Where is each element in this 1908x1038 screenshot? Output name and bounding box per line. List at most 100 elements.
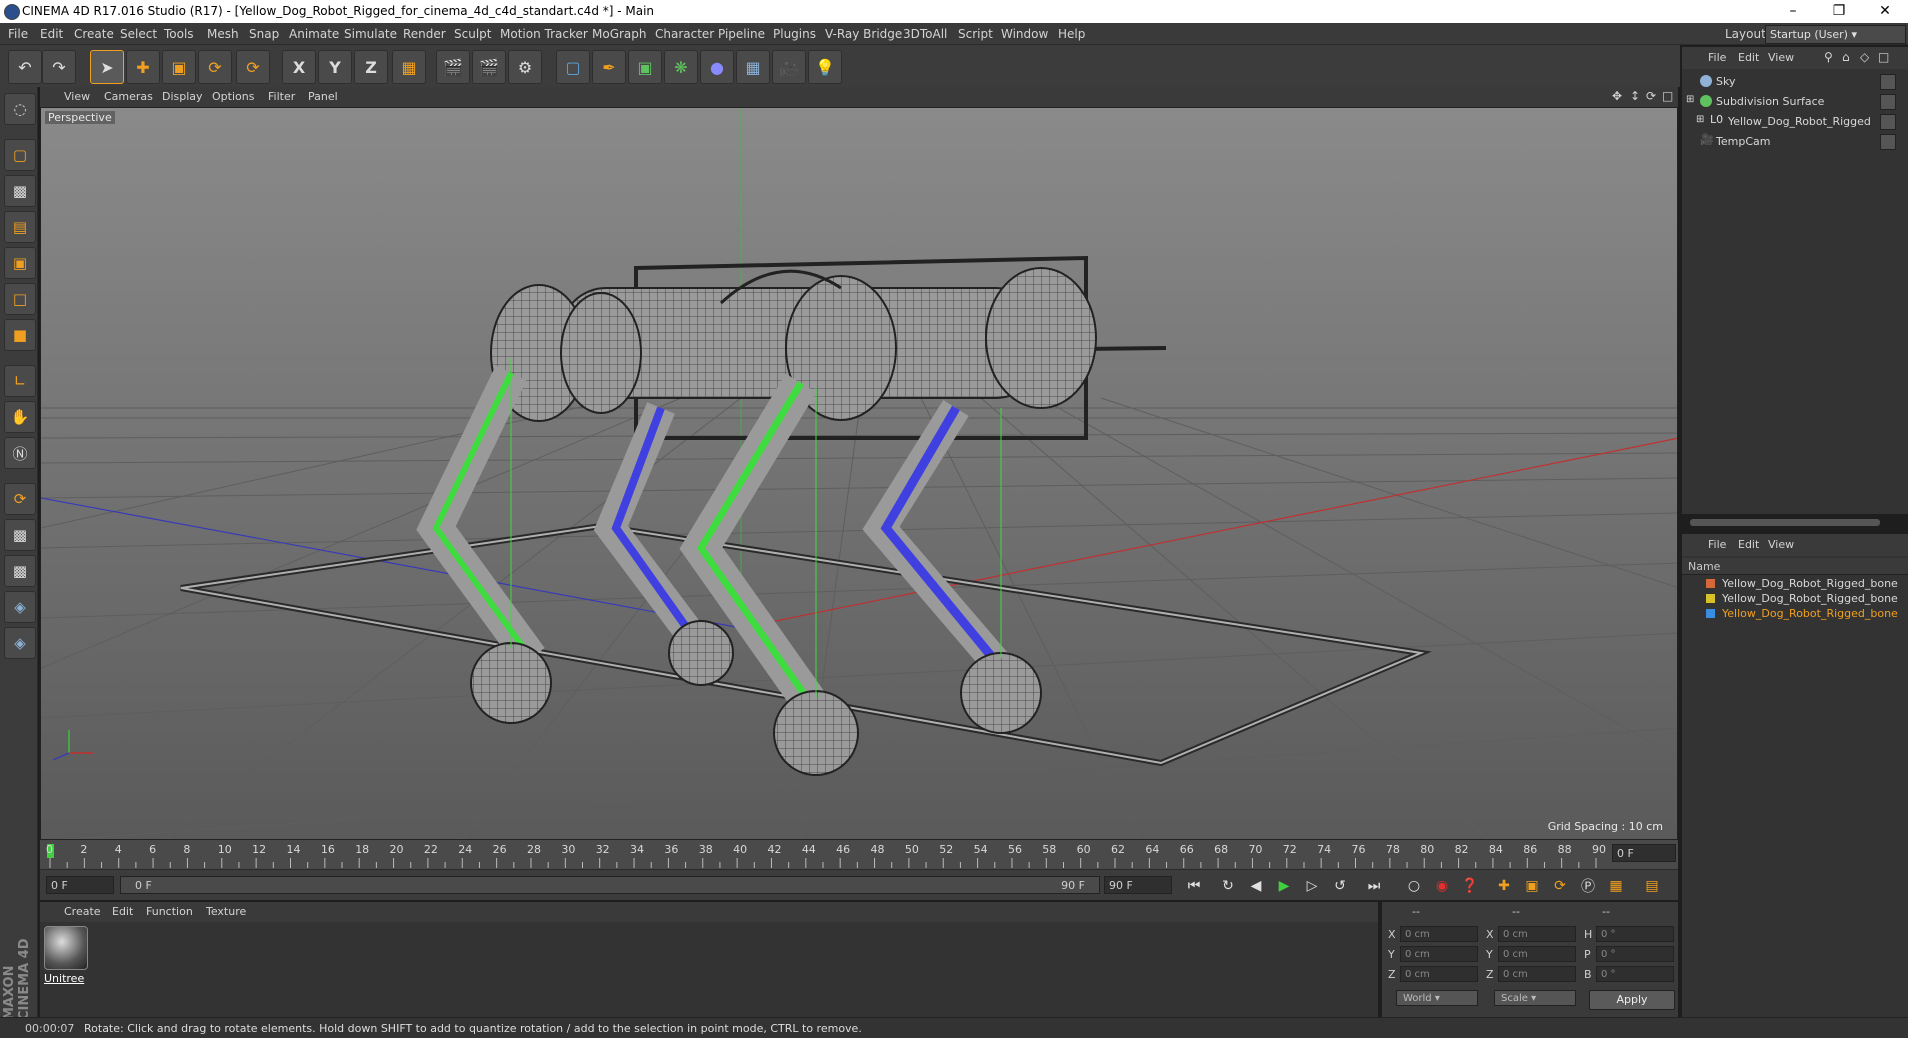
object-home-icon[interactable]: ⌂	[1842, 50, 1850, 64]
enable-axis-icon[interactable]: ⟳	[4, 483, 36, 515]
object-visibility-toggle[interactable]	[1880, 134, 1896, 150]
menu-character[interactable]: Character	[655, 27, 714, 41]
pos-z-field[interactable]: 0 cm	[1400, 966, 1478, 982]
points-mode-icon[interactable]: ▣	[4, 247, 36, 279]
layer-row[interactable]: Yellow_Dog_Robot_Rigged_bone	[1682, 576, 1908, 591]
menu-pipeline[interactable]: Pipeline	[718, 27, 765, 41]
subdivision-icon[interactable]: ▣	[628, 50, 662, 84]
object-visibility-toggle[interactable]	[1880, 74, 1896, 90]
viewport-perspective[interactable]: Perspective Grid Spacing : 10 cm	[40, 107, 1678, 840]
record-keys-icon[interactable]: ○	[1402, 874, 1426, 898]
previous-frame-icon[interactable]: ◀	[1244, 874, 1268, 898]
apply-button[interactable]: Apply	[1589, 990, 1675, 1010]
object-filter-icon[interactable]: ◇	[1860, 50, 1869, 64]
viewport-maximize-icon[interactable]: □	[1662, 89, 1673, 103]
menu-simulate[interactable]: Simulate	[344, 27, 397, 41]
model-mode-icon[interactable]: ▢	[4, 139, 36, 171]
layer-menu-file[interactable]: File	[1708, 538, 1726, 551]
object-row-tempcam[interactable]: 🎥 TempCam	[1682, 131, 1902, 151]
undo-icon[interactable]: ↶	[8, 50, 42, 84]
z-axis-icon[interactable]: Z	[354, 50, 388, 84]
move-icon[interactable]: ✚	[126, 50, 160, 84]
pen-icon[interactable]: ✒	[592, 50, 626, 84]
restore-icon[interactable]: ❐	[1816, 0, 1862, 23]
size-z-field[interactable]: 0 cm	[1498, 966, 1576, 982]
layout-select[interactable]: Startup (User) ▾	[1765, 25, 1906, 44]
pos-y-field[interactable]: 0 cm	[1400, 946, 1478, 962]
size-mode-dropdown[interactable]: Scale ▾	[1494, 990, 1576, 1006]
menu-create[interactable]: Create	[74, 27, 114, 41]
material-name[interactable]: Unitree	[44, 972, 84, 985]
menu-edit[interactable]: Edit	[40, 27, 63, 41]
rotate-icon[interactable]: ⟳	[198, 50, 232, 84]
object-row-robot[interactable]: ⊞ L0 Yellow_Dog_Robot_Rigged	[1682, 111, 1902, 131]
cube-icon[interactable]: ▢	[556, 50, 590, 84]
layer-row-active[interactable]: Yellow_Dog_Robot_Rigged_bone	[1682, 606, 1908, 621]
key-parameter-icon[interactable]: Ⓟ	[1576, 874, 1600, 898]
viewport-menu-panel[interactable]: Panel	[308, 90, 338, 103]
object-visibility-toggle[interactable]	[1880, 94, 1896, 110]
object-menu-file[interactable]: File	[1708, 51, 1726, 64]
rot-b-field[interactable]: 0 °	[1596, 966, 1674, 982]
viewport-nav-zoom-icon[interactable]: ↕	[1630, 89, 1640, 103]
menu-mograph[interactable]: MoGraph	[592, 27, 647, 41]
workplane-mode-icon[interactable]: ▤	[4, 211, 36, 243]
material-preview[interactable]	[44, 926, 88, 970]
render-picture-viewer-icon[interactable]: 🎬	[472, 50, 506, 84]
layer-menu-edit[interactable]: Edit	[1738, 538, 1759, 551]
timeline-ruler[interactable]: 0 2 4 6 8 10 12 14 16 18 20 22 24 26 28 30 32 34 36 38 40 42 4…	[40, 840, 1678, 870]
go-to-next-key-icon[interactable]: ↺	[1328, 874, 1352, 898]
object-search-icon[interactable]: ⚲	[1824, 50, 1833, 64]
key-scale-icon[interactable]: ▣	[1520, 874, 1544, 898]
y-axis-icon[interactable]: Y	[318, 50, 352, 84]
menu-file[interactable]: File	[8, 27, 28, 41]
texture-mode-icon[interactable]: ▩	[4, 175, 36, 207]
end-frame-field[interactable]: 90 F	[1104, 876, 1172, 894]
size-x-field[interactable]: 0 cm	[1498, 926, 1576, 942]
viewport-menu-display[interactable]: Display	[162, 90, 203, 103]
coord-system-dropdown[interactable]: World ▾	[1396, 990, 1478, 1006]
material-menu-edit[interactable]: Edit	[112, 905, 133, 918]
viewport-nav-move-icon[interactable]: ✥	[1612, 89, 1622, 103]
light-icon[interactable]: 💡	[808, 50, 842, 84]
python-icon[interactable]: ◈	[4, 591, 36, 623]
axis-mode-icon[interactable]: ∟	[4, 365, 36, 397]
autokeying-icon[interactable]: ◉	[1430, 874, 1454, 898]
snap-icon[interactable]: Ⓝ	[4, 437, 36, 469]
viewport-menu-options[interactable]: Options	[212, 90, 254, 103]
mograph-icon[interactable]: ❋	[664, 50, 698, 84]
tweak-mode-icon[interactable]: ✋	[4, 401, 36, 433]
select-icon[interactable]: ➤	[90, 50, 124, 84]
render-view-icon[interactable]: 🎬	[436, 50, 470, 84]
python-script-icon[interactable]: ◈	[4, 627, 36, 659]
material-menu-create[interactable]: Create	[64, 905, 101, 918]
object-hscrollbar[interactable]	[1690, 519, 1880, 526]
menu-window[interactable]: Window	[1001, 27, 1048, 41]
viewport-menu-cameras[interactable]: Cameras	[104, 90, 153, 103]
edges-mode-icon[interactable]: □	[4, 283, 36, 315]
lock-workplane-icon[interactable]: ▩	[4, 519, 36, 551]
key-rotation-icon[interactable]: ⟳	[1548, 874, 1572, 898]
rot-h-field[interactable]: 0 °	[1596, 926, 1674, 942]
camera-icon[interactable]: 🎥	[772, 50, 806, 84]
scale-icon[interactable]: ▣	[162, 50, 196, 84]
key-pla-icon[interactable]: ▦	[1604, 874, 1628, 898]
x-axis-icon[interactable]: X	[282, 50, 316, 84]
material-menu-function[interactable]: Function	[146, 905, 193, 918]
world-coord-icon[interactable]: ▦	[392, 50, 426, 84]
viewport-nav-rotate-icon[interactable]: ⟳	[1646, 89, 1656, 103]
object-maximize-icon[interactable]: □	[1878, 50, 1889, 64]
viewport-menu-view[interactable]: View	[64, 90, 90, 103]
menu-motion-tracker[interactable]: Motion Tracker	[500, 27, 588, 41]
frame-range-slider[interactable]: 0 F 90 F	[120, 876, 1100, 894]
recent-icon[interactable]: ⟳	[236, 50, 270, 84]
close-icon[interactable]: ✕	[1862, 0, 1908, 23]
pos-x-field[interactable]: 0 cm	[1400, 926, 1478, 942]
expand-icon[interactable]: ⊞	[1696, 114, 1704, 125]
current-frame-field[interactable]: 0 F	[1612, 844, 1676, 862]
menu-animate[interactable]: Animate	[289, 27, 339, 41]
planar-workplane-icon[interactable]: ▩	[4, 555, 36, 587]
minimize-icon[interactable]: –	[1770, 0, 1816, 23]
go-to-start-icon[interactable]: ⏮	[1182, 874, 1206, 898]
layer-menu-view[interactable]: View	[1768, 538, 1794, 551]
